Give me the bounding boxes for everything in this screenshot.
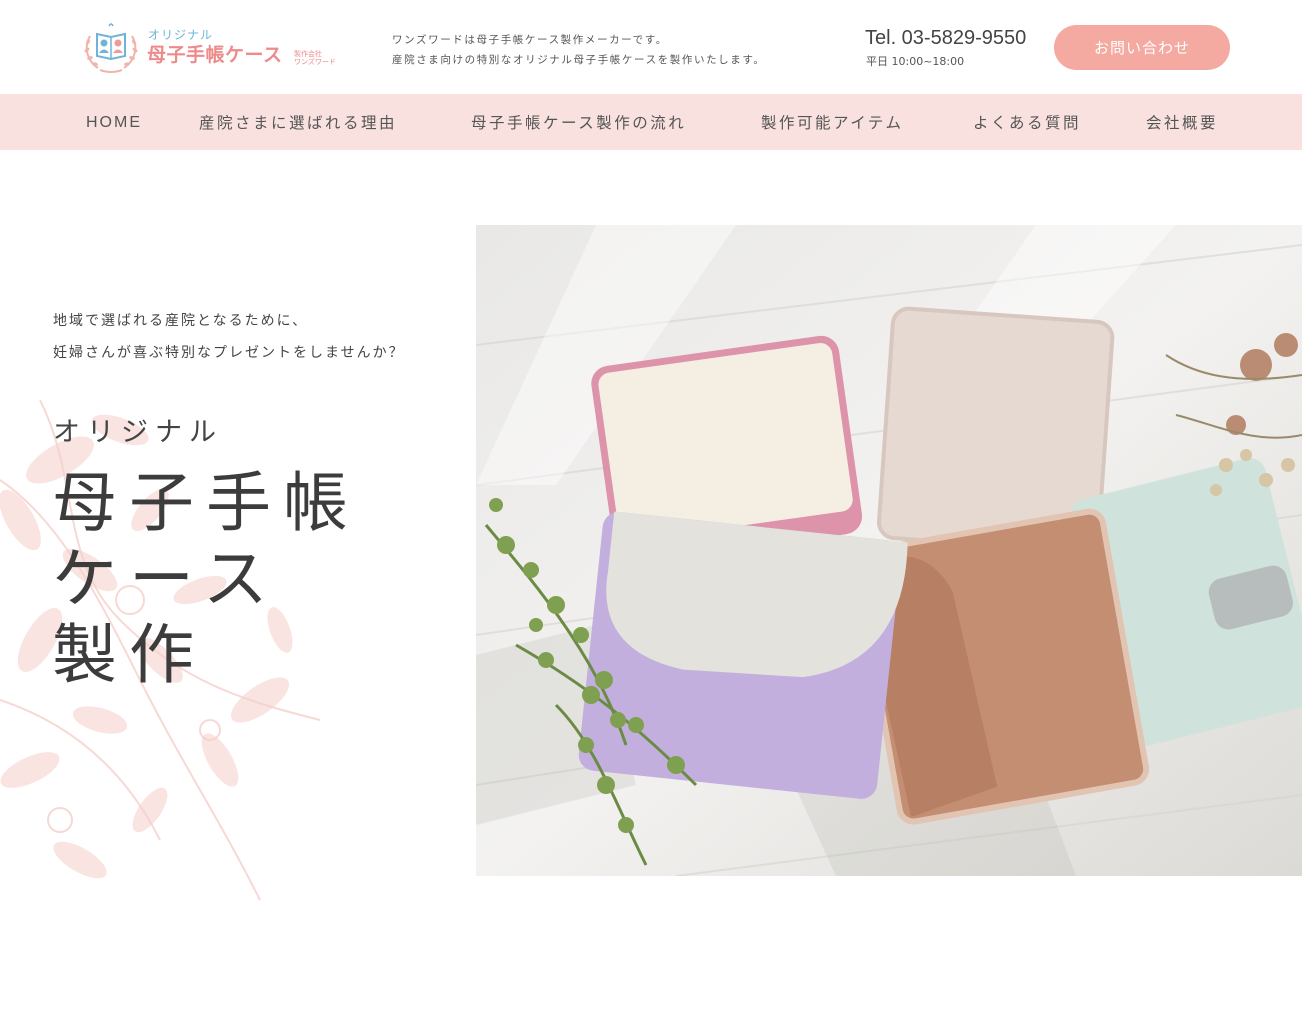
hero-lead: 地域で選ばれる産院となるために、 妊婦さんが喜ぶ特別なプレゼントをしませんか？ xyxy=(53,305,405,369)
nav-item-company[interactable]: 会社概要 xyxy=(1146,94,1218,150)
main-nav: HOME 産院さまに選ばれる理由 母子手帳ケース製作の流れ 製作可能アイテム よ… xyxy=(0,94,1302,150)
logo-tagline: 製作会社 ワンズワード xyxy=(294,50,336,66)
nav-item-items[interactable]: 製作可能アイテム xyxy=(761,94,903,150)
header-description: ワンズワードは母子手帳ケース製作メーカーです。 産院さま向けの特別なオリジナル母… xyxy=(392,30,766,70)
hero-title: 母子手帳 ケース 製作 xyxy=(52,466,360,694)
logo-subtitle: オリジナル xyxy=(148,28,214,42)
logo-tagline-line2: ワンズワード xyxy=(294,58,336,66)
site-logo[interactable]: オリジナル 母子手帳ケース 製作会社 ワンズワード xyxy=(80,18,360,76)
nav-item-reasons[interactable]: 産院さまに選ばれる理由 xyxy=(199,94,397,150)
hero-kicker: オリジナル xyxy=(53,417,223,448)
hero-photo xyxy=(476,225,1302,876)
hero-lead-line1: 地域で選ばれる産院となるために、 xyxy=(53,313,309,329)
logo-title: 母子手帳ケース xyxy=(147,44,283,66)
header-description-line1: ワンズワードは母子手帳ケース製作メーカーです。 xyxy=(392,34,668,46)
phone-number[interactable]: Tel. 03-5829-9550 xyxy=(865,26,1026,50)
logo-emblem-icon xyxy=(84,23,138,73)
hero-lead-line2: 妊婦さんが喜ぶ特別なプレゼントをしませんか？ xyxy=(53,345,405,361)
nav-item-faq[interactable]: よくある質問 xyxy=(973,94,1081,150)
nav-item-home[interactable]: HOME xyxy=(86,94,142,150)
header-description-line2: 産院さま向けの特別なオリジナル母子手帳ケースを製作いたします。 xyxy=(392,54,766,66)
nav-item-production-flow[interactable]: 母子手帳ケース製作の流れ xyxy=(471,94,686,150)
site-header: オリジナル 母子手帳ケース 製作会社 ワンズワード ワンズワードは母子手帳ケース… xyxy=(0,0,1302,94)
hero-title-line1: 母子手帳 xyxy=(52,466,361,541)
hero-photo-illustration xyxy=(476,225,1302,876)
hero-title-line2: ケース xyxy=(52,542,280,617)
business-hours: 平日 10:00~18:00 xyxy=(866,55,965,68)
logo-tagline-line1: 製作会社 xyxy=(294,50,322,58)
hero-title-line3: 製作 xyxy=(52,618,207,693)
contact-button[interactable]: お問い合わせ xyxy=(1054,25,1230,70)
